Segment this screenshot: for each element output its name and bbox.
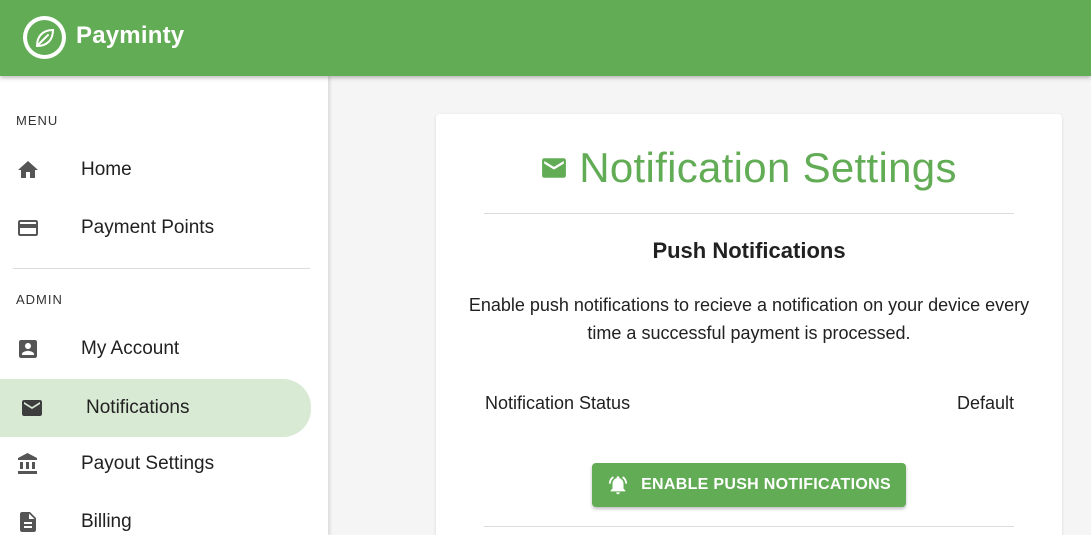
- sidebar-item-payment-points[interactable]: Payment Points: [0, 200, 311, 256]
- enable-push-notifications-button[interactable]: ENABLE PUSH NOTIFICATIONS: [592, 463, 906, 507]
- app-name: Payminty: [76, 22, 185, 49]
- document-icon: [16, 510, 40, 534]
- leaf-icon: [35, 28, 54, 47]
- notification-status-value: Default: [956, 393, 1014, 413]
- sidebar-item-payout-settings[interactable]: Payout Settings: [0, 436, 311, 492]
- logo[interactable]: [23, 16, 66, 59]
- account-box-icon: [16, 337, 40, 361]
- notification-status-row: Notification Status Default: [485, 393, 1014, 414]
- sidebar-item-my-account[interactable]: My Account: [0, 321, 311, 377]
- bell-ring-icon: [608, 476, 628, 495]
- page-title-text: Notification Settings: [579, 144, 957, 191]
- enable-push-button-label: ENABLE PUSH NOTIFICATIONS: [641, 476, 891, 493]
- sidebar-item-label: Notifications: [86, 397, 190, 418]
- sidebar-item-label: Billing: [81, 511, 132, 532]
- section-label-admin: ADMIN: [16, 292, 63, 307]
- mail-icon: [542, 158, 567, 178]
- page-title: Notification Settings: [436, 144, 1062, 192]
- credit-card-icon: [16, 216, 40, 240]
- sidebar: MENU Home Payment Points ADMIN My Accoun…: [0, 76, 329, 535]
- section-label-menu: MENU: [16, 113, 59, 128]
- title-divider: [484, 213, 1014, 214]
- sidebar-item-home[interactable]: Home: [0, 142, 311, 198]
- sidebar-item-label: Payment Points: [81, 217, 215, 238]
- push-notifications-description: Enable push notifications to recieve a n…: [468, 295, 1030, 343]
- mail-icon: [20, 396, 44, 420]
- sidebar-item-billing[interactable]: Billing: [0, 494, 311, 535]
- sidebar-item-label: Home: [81, 159, 132, 180]
- sidebar-divider: [13, 268, 310, 269]
- push-notifications-heading: Push Notifications: [652, 238, 846, 263]
- sidebar-item-notifications[interactable]: Notifications: [0, 379, 311, 437]
- app-bar: Payminty: [0, 0, 1091, 76]
- home-icon: [16, 158, 40, 182]
- notification-settings-card: Notification Settings Push Notifications…: [436, 114, 1062, 535]
- sidebar-item-label: Payout Settings: [81, 453, 215, 474]
- bottom-divider: [484, 526, 1014, 527]
- notification-status-label: Notification Status: [485, 393, 631, 413]
- sidebar-item-label: My Account: [81, 338, 180, 359]
- bank-icon: [16, 452, 40, 476]
